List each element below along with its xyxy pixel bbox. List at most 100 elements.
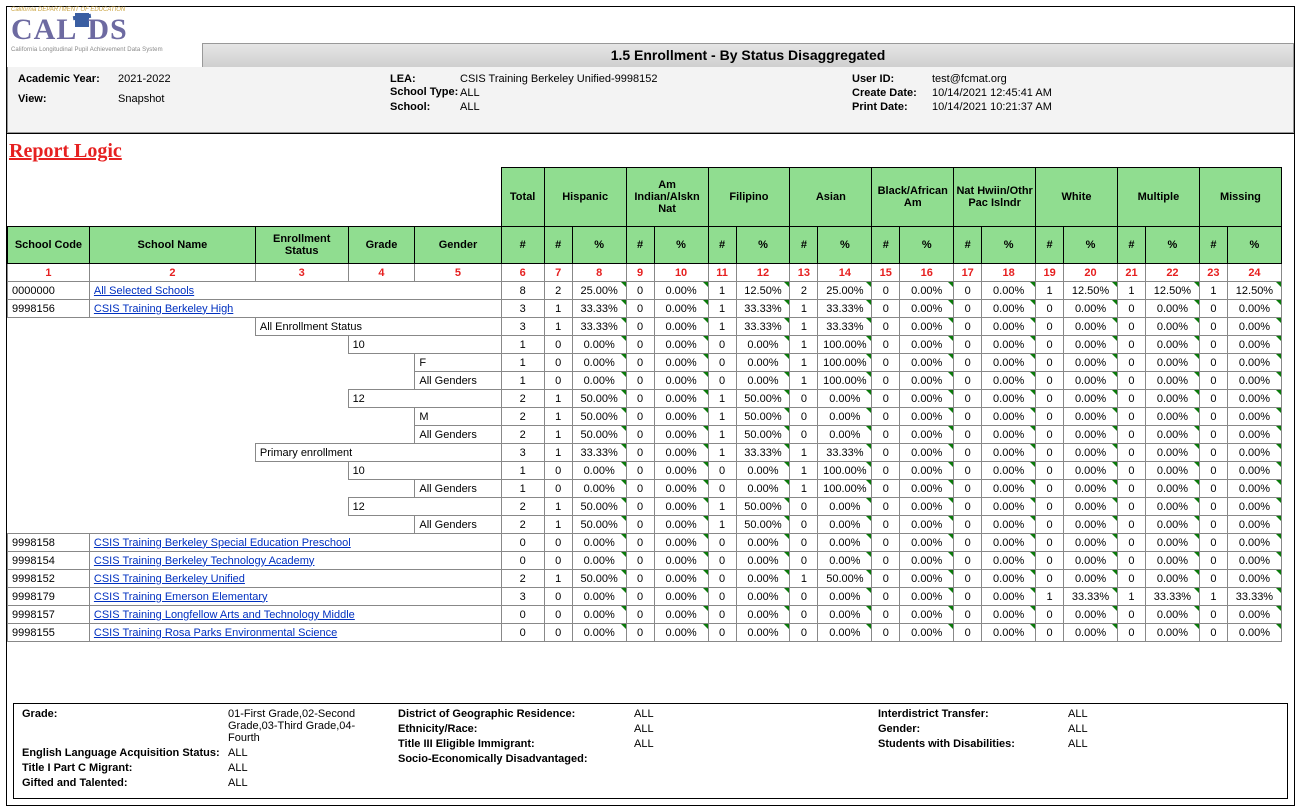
filter-value: ALL [228, 747, 248, 759]
filter-value: ALL [634, 738, 654, 750]
cell-pct: 100.00% [818, 354, 872, 372]
school-link[interactable]: CSIS Training Berkeley Technology Academ… [89, 552, 501, 570]
cell-pct: 50.00% [736, 408, 790, 426]
school-link[interactable]: CSIS Training Berkeley Special Education… [89, 534, 501, 552]
col-header: % [900, 227, 954, 264]
cell-num: 0 [626, 588, 654, 606]
cell-pct: 0.00% [982, 516, 1036, 534]
gender-label: All Genders [415, 480, 501, 498]
cell-pct: 0.00% [982, 318, 1036, 336]
cell-pct: 0.00% [818, 552, 872, 570]
cell-pct: 0.00% [982, 390, 1036, 408]
cell-num: 0 [1199, 570, 1227, 588]
cell-pct: 0.00% [654, 354, 708, 372]
cell-num: 0 [1117, 354, 1145, 372]
red-index: 13 [790, 264, 818, 282]
school-code: 9998155 [8, 624, 90, 642]
cell-pct: 50.00% [572, 516, 626, 534]
school-link[interactable]: CSIS Training Longfellow Arts and Techno… [89, 606, 501, 624]
cell-pct: 0.00% [1227, 354, 1281, 372]
grade-label: 10 [348, 336, 501, 354]
red-index: 1 [8, 264, 90, 282]
cell-pct: 0.00% [1146, 372, 1200, 390]
cell-num: 0 [1117, 624, 1145, 642]
cell-num: 0 [626, 624, 654, 642]
cell-num: 0 [708, 588, 736, 606]
school-link[interactable]: CSIS Training Berkeley Unified [89, 570, 501, 588]
cell-num: 0 [708, 372, 736, 390]
report-logic-link[interactable]: Report Logic [9, 140, 1292, 163]
cell-pct: 0.00% [654, 552, 708, 570]
cell-num: 0 [872, 408, 900, 426]
cell-num: 0 [708, 552, 736, 570]
cell-pct: 0.00% [1064, 336, 1118, 354]
cell-num: 0 [872, 462, 900, 480]
cell-num: 0 [954, 444, 982, 462]
meta-value: ALL [460, 87, 480, 99]
cell-num: 1 [544, 444, 572, 462]
col-header: % [982, 227, 1036, 264]
cell-num: 0 [790, 498, 818, 516]
table-row: 9998156CSIS Training Berkeley High3133.3… [8, 300, 1282, 318]
cell-pct: 0.00% [900, 336, 954, 354]
cell-num: 0 [544, 624, 572, 642]
cell-num: 0 [954, 480, 982, 498]
cell-total: 3 [501, 300, 544, 318]
cell-num: 0 [708, 354, 736, 372]
cell-pct: 0.00% [1064, 408, 1118, 426]
cell-pct: 0.00% [900, 480, 954, 498]
cell-num: 2 [790, 282, 818, 300]
cell-pct: 0.00% [1227, 462, 1281, 480]
filter-value: ALL [1068, 723, 1088, 735]
filter-row: District of Geographic Residence:ALL [398, 708, 878, 720]
filter-value: ALL [1068, 738, 1088, 750]
cell-pct: 0.00% [1146, 390, 1200, 408]
cell-pct: 33.33% [818, 300, 872, 318]
school-link[interactable]: All Selected Schools [89, 282, 501, 300]
gender-label: F [415, 354, 501, 372]
col-group: Multiple [1117, 168, 1199, 227]
cell-pct: 0.00% [654, 624, 708, 642]
cell-pct: 0.00% [818, 498, 872, 516]
cell-pct: 0.00% [1064, 426, 1118, 444]
cell-pct: 0.00% [654, 462, 708, 480]
cell-num: 0 [1117, 534, 1145, 552]
cell-num: 1 [708, 516, 736, 534]
cell-pct: 33.33% [572, 300, 626, 318]
cell-num: 0 [626, 318, 654, 336]
cell-num: 0 [872, 624, 900, 642]
filter-value: ALL [1068, 708, 1088, 720]
filter-label: Gender: [878, 723, 1068, 735]
cell-total: 0 [501, 534, 544, 552]
cell-num: 0 [954, 426, 982, 444]
cell-num: 1 [708, 300, 736, 318]
school-link[interactable]: CSIS Training Rosa Parks Environmental S… [89, 624, 501, 642]
cell-pct: 0.00% [736, 606, 790, 624]
cell-num: 0 [1117, 336, 1145, 354]
cell-total: 2 [501, 570, 544, 588]
logo-text-3: DS [87, 13, 127, 46]
cell-pct: 33.33% [818, 318, 872, 336]
cell-num: 0 [1199, 444, 1227, 462]
red-index: 2 [89, 264, 255, 282]
cell-num: 0 [544, 534, 572, 552]
col-header: # [954, 227, 982, 264]
cell-num: 0 [1117, 498, 1145, 516]
cell-pct: 0.00% [900, 552, 954, 570]
cell-pct: 0.00% [1146, 570, 1200, 588]
cell-num: 0 [790, 624, 818, 642]
cell-pct: 0.00% [982, 282, 1036, 300]
cell-num: 0 [954, 462, 982, 480]
cell-num: 0 [1199, 372, 1227, 390]
cell-pct: 0.00% [654, 588, 708, 606]
cell-pct: 0.00% [654, 480, 708, 498]
cell-num: 0 [626, 390, 654, 408]
col-group: Asian [790, 168, 872, 227]
school-link[interactable]: CSIS Training Emerson Elementary [89, 588, 501, 606]
cell-pct: 50.00% [572, 408, 626, 426]
cell-pct: 0.00% [900, 624, 954, 642]
cell-pct: 0.00% [818, 408, 872, 426]
cell-pct: 0.00% [736, 552, 790, 570]
school-link[interactable]: CSIS Training Berkeley High [89, 300, 501, 318]
cell-num: 0 [1199, 354, 1227, 372]
